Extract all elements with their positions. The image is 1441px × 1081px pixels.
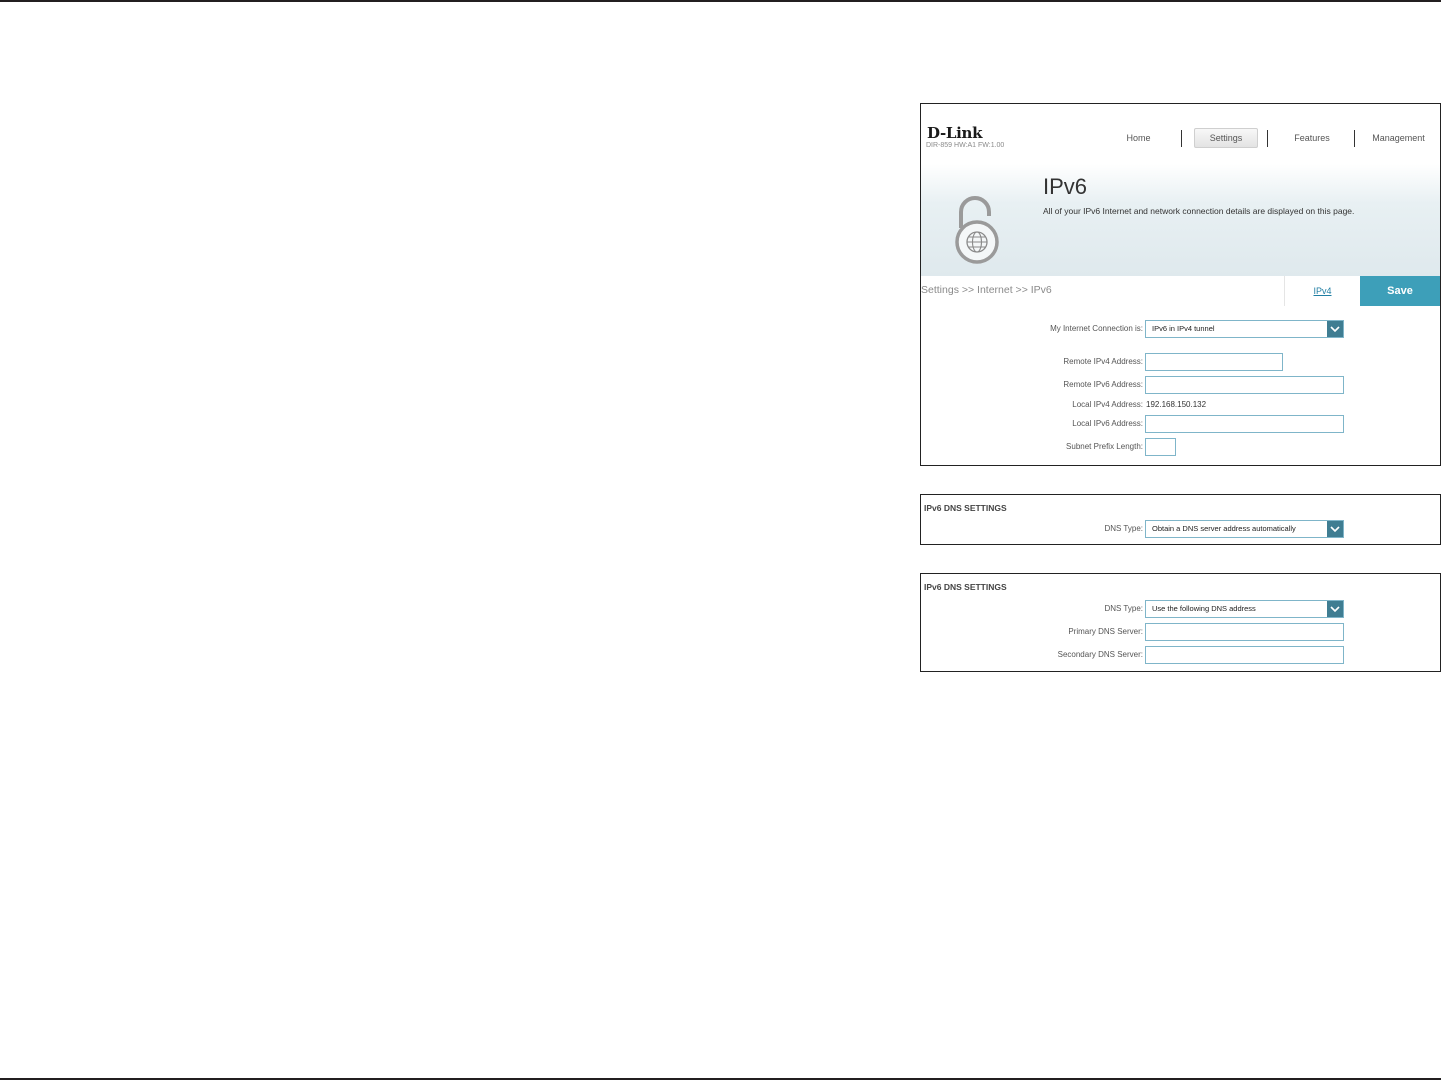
router-window: D-Link DIR-859 HW:A1 FW:1.00 Home Settin… xyxy=(920,103,1441,466)
nav-home[interactable]: Home xyxy=(1111,128,1166,148)
nav-separator xyxy=(1354,130,1355,147)
dns-settings-auto-panel: IPv6 DNS SETTINGS DNS Type: Obtain a DNS… xyxy=(920,494,1441,545)
dns-settings-title: IPv6 DNS SETTINGS xyxy=(924,503,1007,513)
local-ipv6-row: Local IPv6 Address: xyxy=(921,415,1440,433)
chevron-down-icon[interactable] xyxy=(1327,521,1343,537)
dns-type-value: Obtain a DNS server address automaticall… xyxy=(1152,524,1296,533)
dns-type-row: DNS Type: Use the following DNS address xyxy=(921,600,1440,618)
dns-type-value: Use the following DNS address xyxy=(1152,604,1256,613)
local-ipv6-input[interactable] xyxy=(1145,415,1344,433)
dns-type-label: DNS Type: xyxy=(1104,524,1143,533)
secondary-dns-row: Secondary DNS Server: xyxy=(921,646,1440,664)
dns-type-select[interactable]: Use the following DNS address xyxy=(1145,600,1344,618)
connection-type-row: My Internet Connection is: IPv6 in IPv4 … xyxy=(921,320,1440,338)
connection-type-value: IPv6 in IPv4 tunnel xyxy=(1152,324,1215,333)
dns-settings-manual-panel: IPv6 DNS SETTINGS DNS Type: Use the foll… xyxy=(920,573,1441,672)
remote-ipv4-label: Remote IPv4 Address: xyxy=(1063,357,1143,366)
breadcrumb: Settings >> Internet >> IPv6 xyxy=(921,284,1052,296)
save-button[interactable]: Save xyxy=(1360,276,1440,306)
remote-ipv4-row: Remote IPv4 Address: xyxy=(921,353,1440,371)
remote-ipv6-label: Remote IPv6 Address: xyxy=(1063,380,1143,389)
page-top-rule xyxy=(0,0,1441,2)
page-bottom-rule xyxy=(0,1078,1441,1080)
breadcrumb-bar: Settings >> Internet >> IPv6 IPv4 Save xyxy=(921,276,1440,306)
local-ipv4-label: Local IPv4 Address: xyxy=(1072,400,1143,409)
prefix-length-input[interactable] xyxy=(1145,438,1176,456)
secondary-dns-input[interactable] xyxy=(1145,646,1344,664)
dlink-logo: D-Link xyxy=(927,124,983,142)
chevron-down-icon[interactable] xyxy=(1327,601,1343,617)
dns-type-label: DNS Type: xyxy=(1104,604,1143,613)
remote-ipv4-input[interactable] xyxy=(1145,353,1283,371)
local-ipv6-label: Local IPv6 Address: xyxy=(1072,419,1143,428)
page-title: IPv6 xyxy=(1043,174,1088,199)
connection-type-select[interactable]: IPv6 in IPv4 tunnel xyxy=(1145,320,1344,338)
dns-type-row: DNS Type: Obtain a DNS server address au… xyxy=(921,520,1440,538)
remote-ipv6-input[interactable] xyxy=(1145,376,1344,394)
header: D-Link DIR-859 HW:A1 FW:1.00 Home Settin… xyxy=(921,104,1440,164)
dns-type-select[interactable]: Obtain a DNS server address automaticall… xyxy=(1145,520,1344,538)
prefix-length-label: Subnet Prefix Length: xyxy=(1066,442,1143,451)
local-ipv4-value: 192.168.150.132 xyxy=(1146,400,1207,409)
nav-separator xyxy=(1181,130,1182,147)
nav-management[interactable]: Management xyxy=(1361,128,1436,148)
dns-settings-title: IPv6 DNS SETTINGS xyxy=(924,582,1007,592)
local-ipv4-row: Local IPv4 Address: 192.168.150.132 xyxy=(921,396,1440,414)
ipv4-link[interactable]: IPv4 xyxy=(1284,276,1360,306)
model-firmware-text: DIR-859 HW:A1 FW:1.00 xyxy=(926,142,1005,149)
nav-separator xyxy=(1267,130,1268,147)
page-banner: IPv6 All of your IPv6 Internet and netwo… xyxy=(921,164,1440,276)
chevron-down-icon[interactable] xyxy=(1327,321,1343,337)
page-description: All of your IPv6 Internet and network co… xyxy=(1043,206,1355,216)
remote-ipv6-row: Remote IPv6 Address: xyxy=(921,376,1440,394)
primary-dns-label: Primary DNS Server: xyxy=(1068,627,1143,636)
nav-settings[interactable]: Settings xyxy=(1194,128,1258,148)
primary-dns-input[interactable] xyxy=(1145,623,1344,641)
secondary-dns-label: Secondary DNS Server: xyxy=(1057,650,1143,659)
prefix-length-row: Subnet Prefix Length: xyxy=(921,438,1440,456)
main-nav: Home Settings Features Management xyxy=(1111,128,1440,148)
lock-globe-icon xyxy=(951,194,1009,264)
primary-dns-row: Primary DNS Server: xyxy=(921,623,1440,641)
connection-type-label: My Internet Connection is: xyxy=(1050,324,1143,333)
nav-features[interactable]: Features xyxy=(1283,128,1341,148)
